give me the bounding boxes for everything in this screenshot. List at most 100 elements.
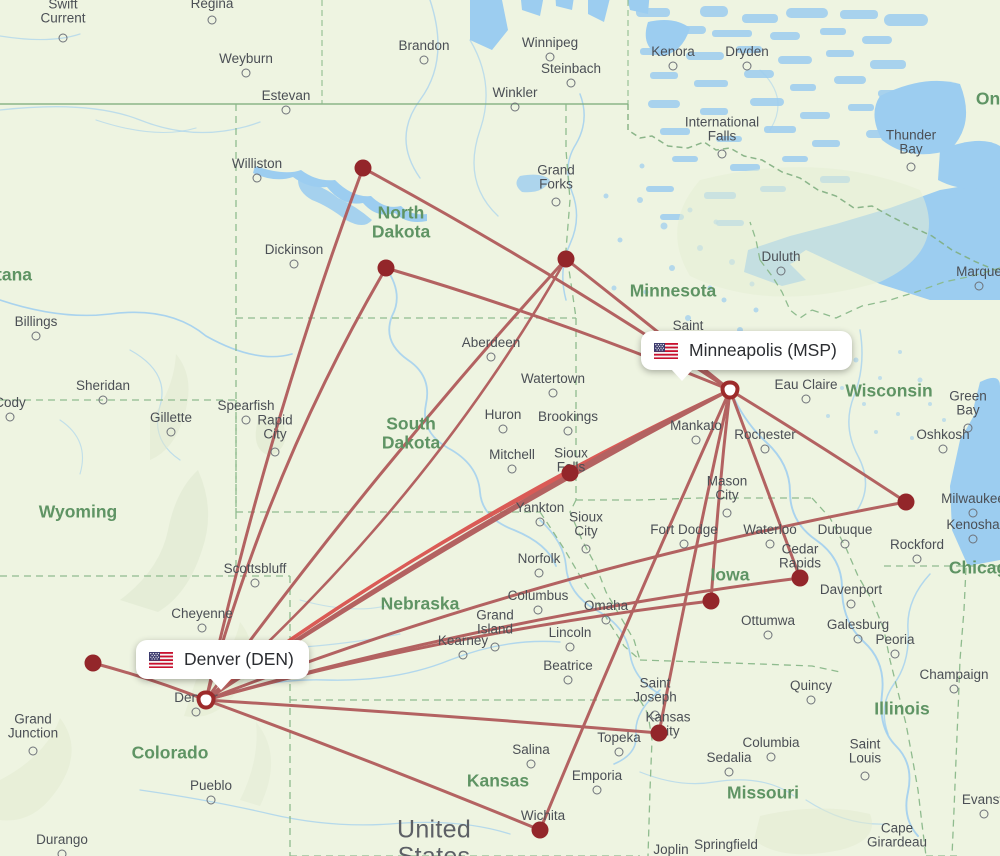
state-label: Iowa (710, 564, 750, 585)
city-dot (765, 539, 775, 549)
city-label: Brookings (537, 408, 599, 424)
city-label: Champaign (919, 666, 989, 682)
city-label: Davenport (819, 581, 883, 597)
city-dot (581, 544, 591, 554)
tooltip-label-minneapolis: Minneapolis (MSP) (689, 340, 837, 360)
airport-marker[interactable] (897, 493, 915, 511)
city-dot (840, 539, 850, 549)
city-dot (486, 352, 496, 362)
city-dot (458, 650, 468, 660)
airport-marker[interactable] (650, 724, 668, 742)
city-label: Ottumwa (740, 612, 796, 628)
city-dot (717, 149, 727, 159)
city-label: Topeka (597, 729, 641, 745)
city-dot (979, 809, 989, 819)
city-label: Cape Girardeau (866, 820, 928, 850)
city-label: Mason City (706, 473, 748, 503)
city-dot (270, 447, 280, 457)
city-label: Sheridan (75, 377, 131, 393)
city-dot (252, 173, 262, 183)
city-dot (566, 78, 576, 88)
city-dot (912, 554, 922, 564)
state-label: Kansas (466, 770, 530, 791)
state-label: Missouri (727, 782, 799, 803)
city-dot (534, 568, 544, 578)
city-dot (563, 426, 573, 436)
city-label: Mankato (670, 417, 722, 433)
city-dot (545, 52, 555, 62)
city-label: Cedar Rapids (778, 541, 822, 571)
city-dot (241, 415, 251, 425)
city-dot (906, 162, 916, 172)
state-label: Colorado (131, 742, 209, 763)
city-label: Regina (190, 0, 234, 11)
city-label: Cody (0, 394, 26, 410)
tooltip-label-denver: Denver (DEN) (184, 649, 294, 669)
city-label: Brandon (398, 37, 450, 53)
city-label: Columbus (507, 587, 569, 603)
city-label: Yankton (515, 499, 565, 515)
airport-marker[interactable] (531, 821, 549, 839)
tooltip-denver[interactable]: Denver (DEN) (136, 640, 309, 690)
city-dot (58, 33, 68, 43)
city-label: Galesburg (826, 616, 890, 632)
airport-marker[interactable] (791, 569, 809, 587)
city-label: Dubuque (817, 521, 873, 537)
city-label: Kearney (437, 632, 489, 648)
city-dot (507, 464, 517, 474)
city-dot (490, 642, 500, 652)
state-label: North Dakota (371, 202, 431, 241)
city-label: Cheyenne (171, 605, 233, 621)
hub-marker-den[interactable] (196, 690, 216, 710)
airport-marker[interactable] (84, 654, 102, 672)
city-label: Gillette (149, 409, 193, 425)
airport-marker[interactable] (354, 159, 372, 177)
city-dot (963, 423, 973, 433)
airport-marker[interactable] (702, 592, 720, 610)
tooltip-minneapolis[interactable]: Minneapolis (MSP) (641, 331, 852, 381)
city-dot (28, 746, 38, 756)
city-label: Wichita (520, 807, 566, 823)
city-dot (668, 61, 678, 71)
city-dot (191, 707, 201, 717)
airport-marker[interactable] (377, 259, 395, 277)
city-label: Grand Junction (7, 711, 59, 741)
city-label: Evansv (961, 791, 1000, 807)
city-dot (548, 388, 558, 398)
city-dot (535, 517, 545, 527)
city-dot (551, 197, 561, 207)
airport-marker[interactable] (557, 250, 575, 268)
city-label: Billings (14, 313, 58, 329)
city-label: Thunder Bay (885, 127, 937, 157)
city-label: Saint Louis (848, 736, 882, 766)
marker-layer: Swift Current Regina Brandon Winnipeg Kenora… (0, 0, 1000, 856)
city-dot (206, 795, 216, 805)
city-label: Rochester (734, 426, 796, 442)
city-label: Columbia (742, 734, 800, 750)
city-dot (207, 15, 217, 25)
us-flag-icon (149, 651, 173, 668)
city-label: Rapid City (257, 412, 293, 442)
city-label: Dryden (725, 43, 769, 59)
state-label: Wyoming (38, 501, 118, 522)
city-dot (289, 259, 299, 269)
city-label: Peoria (875, 631, 915, 647)
city-dot (614, 747, 624, 757)
hub-marker-msp[interactable] (720, 380, 740, 400)
city-dot (968, 508, 978, 518)
flight-route-map[interactable]: Swift Current Regina Brandon Winnipeg Kenora… (0, 0, 1000, 856)
city-label: Weyburn (219, 50, 273, 66)
city-dot (724, 767, 734, 777)
city-label: Pueblo (189, 777, 233, 793)
city-label: Kenosha (946, 516, 1000, 532)
state-label: South Dakota (381, 413, 441, 452)
city-dot (565, 642, 575, 652)
city-dot (5, 412, 15, 422)
city-dot (853, 634, 863, 644)
state-label: Minnesota (629, 280, 717, 301)
city-label: Omaha (583, 597, 629, 613)
airport-marker[interactable] (561, 464, 579, 482)
city-label: Duluth (761, 248, 801, 264)
us-flag-icon (654, 342, 678, 359)
state-label: Illinois (874, 698, 930, 719)
